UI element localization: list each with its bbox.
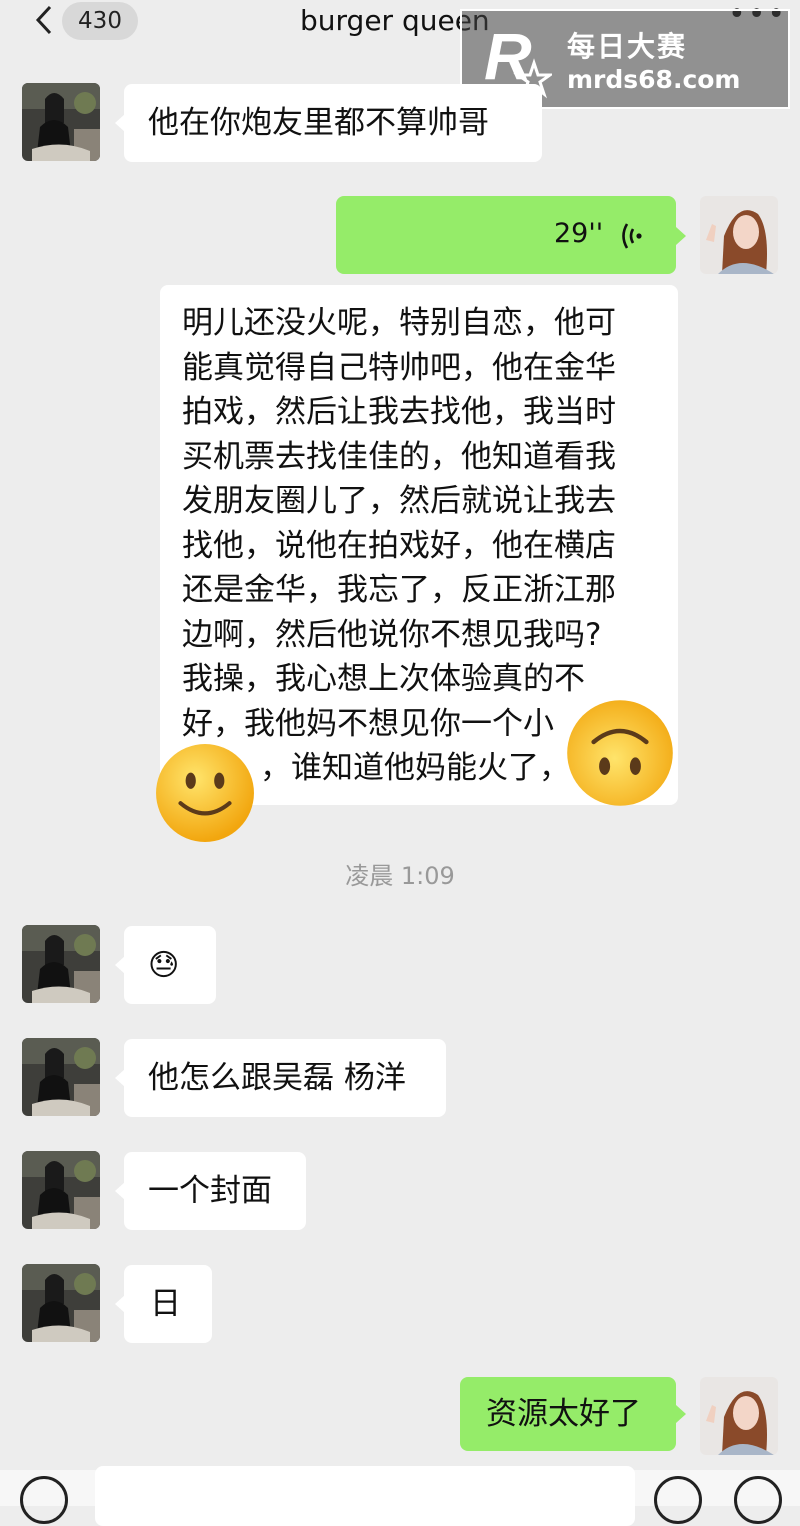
message-bubble-received[interactable]: 他在你炮友里都不算帅哥: [124, 84, 542, 162]
voice-input-icon[interactable]: [20, 1476, 68, 1524]
contact-avatar[interactable]: [22, 1264, 100, 1342]
plus-icon[interactable]: [734, 1476, 782, 1524]
message-text: 一个封面: [148, 1173, 272, 1209]
message-bubble-received[interactable]: 😓: [124, 926, 216, 1004]
message-line: 买机票去找佳佳的，他知道看我: [182, 438, 616, 475]
emoji-icon[interactable]: [654, 1476, 702, 1524]
message-input[interactable]: [95, 1466, 635, 1526]
message-line: 拍戏，然后让我去找他，我当时: [182, 394, 616, 430]
message-text: 他在你炮友里都不算帅哥: [148, 105, 489, 141]
message-line: 还是金华，我忘了，反正浙江那: [182, 572, 616, 608]
upside-down-face-sticker: [567, 700, 673, 806]
my-avatar[interactable]: [700, 1377, 778, 1455]
message-timestamp: 凌晨 1:09: [345, 862, 455, 890]
my-avatar[interactable]: [700, 196, 778, 274]
contact-avatar[interactable]: [22, 1151, 100, 1229]
message-line: 我操，我心想上次体验真的不: [182, 661, 585, 697]
message-line: 找他，说他在拍戏好，他在横店: [182, 527, 616, 564]
contact-avatar[interactable]: [22, 925, 100, 1003]
message-text: 资源太好了: [486, 1396, 641, 1432]
message-bubble-received[interactable]: 日: [124, 1265, 212, 1343]
unread-count-badge[interactable]: 430: [62, 2, 138, 40]
voice-wave-icon: [622, 223, 642, 249]
contact-avatar[interactable]: [22, 83, 100, 161]
message-bubble-received[interactable]: 他怎么跟吴磊 杨洋: [124, 1039, 446, 1117]
message-line: 发朋友圈儿了，然后就说让我去: [182, 483, 616, 519]
svg-text:R: R: [484, 21, 532, 93]
voice-duration: 29'': [554, 218, 604, 249]
message-bubble-sent[interactable]: 资源太好了: [460, 1377, 676, 1451]
message-line: 明儿还没火呢，特别自恋，他可: [182, 305, 616, 341]
smiling-face-sticker: [156, 744, 254, 842]
contact-avatar[interactable]: [22, 1038, 100, 1116]
back-arrow-icon[interactable]: [30, 4, 62, 36]
watermark-url: mrds68.com: [567, 65, 741, 94]
emoji-message: 😓: [148, 948, 180, 983]
message-line: 边啊，然后他说你不想见我吗?: [182, 616, 602, 653]
watermark-name: 每日大赛: [567, 30, 688, 63]
message-bubble-received[interactable]: 一个封面: [124, 1152, 306, 1230]
message-text: 日: [150, 1286, 181, 1322]
message-line: 能真觉得自己特帅吧，他在金华: [182, 349, 616, 386]
message-text: 他怎么跟吴磊 杨洋: [148, 1060, 406, 1096]
